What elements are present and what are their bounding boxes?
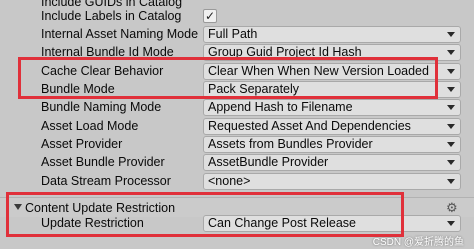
dropdown-arrow-icon [447, 87, 455, 92]
dropdown-value: Pack Separately [208, 82, 300, 96]
label-cache-clear-behavior: Cache Clear Behavior [41, 64, 164, 78]
row-asset-bundle-provider: Asset Bundle Provider AssetBundle Provid… [0, 153, 474, 172]
dropdown-arrow-icon [447, 160, 455, 165]
foldout-arrow-icon[interactable] [14, 204, 22, 210]
row-cache-clear-behavior: Cache Clear Behavior Clear When When New… [0, 62, 474, 81]
dropdown-arrow-icon [447, 69, 455, 74]
label-asset-provider: Asset Provider [41, 137, 123, 151]
asset-bundle-provider-dropdown[interactable]: AssetBundle Provider [203, 154, 461, 171]
row-data-stream-processor: Data Stream Processor <none> [0, 172, 474, 191]
cache-clear-behavior-dropdown[interactable]: Clear When When New Version Loaded [203, 63, 461, 80]
include-labels-checkbox[interactable]: ✓ [203, 9, 217, 23]
bundle-mode-dropdown[interactable]: Pack Separately [203, 81, 461, 98]
row-update-restriction: Update Restriction Can Change Post Relea… [0, 214, 474, 233]
data-stream-processor-dropdown[interactable]: <none> [203, 173, 461, 190]
label-internal-asset-naming-mode: Internal Asset Naming Mode [41, 27, 199, 41]
dropdown-arrow-icon [447, 105, 455, 110]
dropdown-value: Append Hash to Filename [208, 100, 353, 114]
dropdown-arrow-icon [447, 124, 455, 129]
dropdown-value: Group Guid Project Id Hash [208, 45, 362, 59]
asset-provider-dropdown[interactable]: Assets from Bundles Provider [203, 136, 461, 153]
label-update-restriction: Update Restriction [41, 216, 144, 230]
row-bundle-naming-mode: Bundle Naming Mode Append Hash to Filena… [0, 98, 474, 117]
row-asset-provider: Asset Provider Assets from Bundles Provi… [0, 135, 474, 154]
update-restriction-dropdown[interactable]: Can Change Post Release [203, 215, 461, 232]
label-asset-bundle-provider: Asset Bundle Provider [41, 155, 165, 169]
label-bundle-naming-mode: Bundle Naming Mode [41, 100, 162, 114]
row-bundle-mode: Bundle Mode Pack Separately [0, 80, 474, 99]
asset-load-mode-dropdown[interactable]: Requested Asset And Dependencies [203, 118, 461, 135]
dropdown-arrow-icon [447, 142, 455, 147]
dropdown-value: <none> [208, 174, 251, 188]
dropdown-value: Assets from Bundles Provider [208, 137, 373, 151]
label-data-stream-processor: Data Stream Processor [41, 174, 171, 188]
inspector-panel: Include GUIDs in Catalog Include Labels … [0, 0, 474, 249]
dropdown-arrow-icon [447, 179, 455, 184]
dropdown-arrow-icon [447, 32, 455, 37]
internal-bundle-id-mode-dropdown[interactable]: Group Guid Project Id Hash [203, 44, 461, 61]
label-bundle-mode: Bundle Mode [41, 82, 115, 96]
row-internal-asset-naming-mode: Internal Asset Naming Mode Full Path [0, 25, 474, 44]
label-internal-bundle-id-mode: Internal Bundle Id Mode [41, 45, 174, 59]
watermark: CSDN @爱折腾的鱼 [372, 237, 464, 248]
dropdown-value: AssetBundle Provider [208, 155, 329, 169]
internal-asset-naming-mode-dropdown[interactable]: Full Path [203, 26, 461, 43]
bundle-naming-mode-dropdown[interactable]: Append Hash to Filename [203, 99, 461, 116]
row-asset-load-mode: Asset Load Mode Requested Asset And Depe… [0, 117, 474, 136]
dropdown-arrow-icon [447, 50, 455, 55]
check-icon: ✓ [205, 9, 216, 23]
dropdown-value: Full Path [208, 27, 258, 41]
dropdown-value: Requested Asset And Dependencies [208, 119, 411, 133]
dropdown-value: Clear When When New Version Loaded [208, 64, 429, 78]
label-asset-load-mode: Asset Load Mode [41, 119, 139, 133]
dropdown-arrow-icon [447, 221, 455, 226]
row-internal-bundle-id-mode: Internal Bundle Id Mode Group Guid Proje… [0, 43, 474, 62]
row-include-labels: Include Labels in Catalog ✓ [0, 7, 474, 26]
dropdown-value: Can Change Post Release [208, 216, 357, 230]
label-include-labels: Include Labels in Catalog [41, 9, 182, 23]
